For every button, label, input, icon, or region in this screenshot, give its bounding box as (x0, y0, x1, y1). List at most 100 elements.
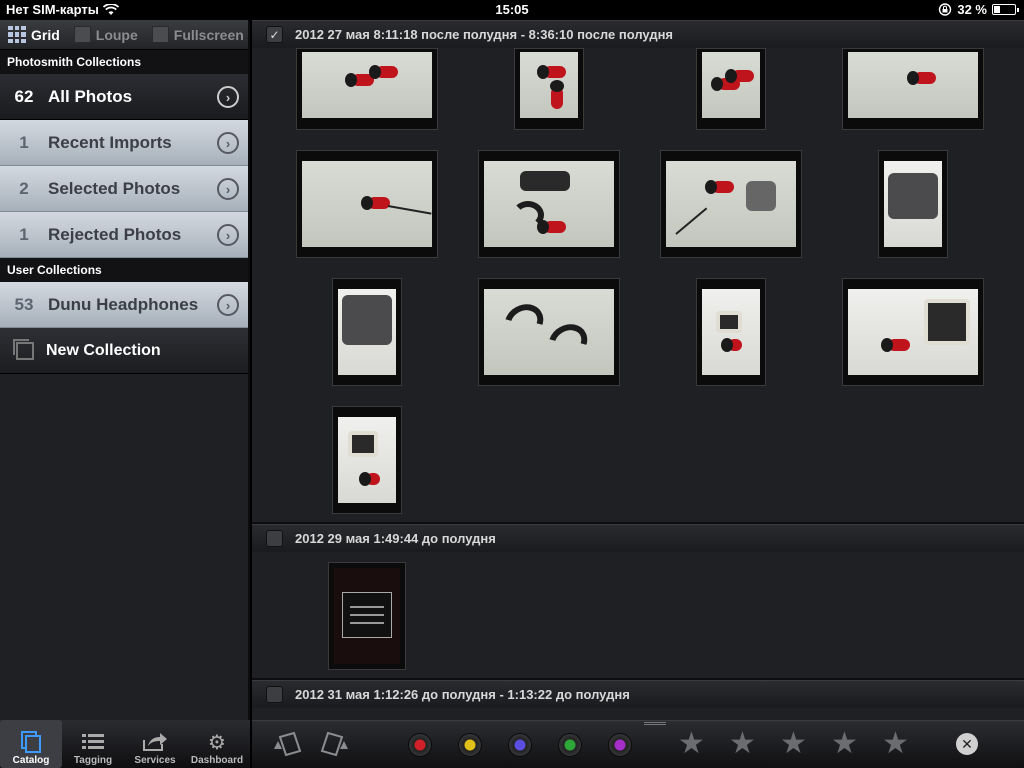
color-label-red[interactable] (408, 733, 432, 757)
photo-thumbnail[interactable] (696, 278, 766, 386)
collection-dunu-headphones[interactable]: 53 Dunu Headphones › (0, 282, 248, 328)
tab-label: Tagging (73, 755, 113, 766)
fullscreen-icon (151, 26, 169, 43)
photo-thumbnail[interactable] (332, 406, 402, 514)
photo-image (884, 161, 942, 247)
tab-dashboard[interactable]: ⚙ Dashboard (186, 720, 248, 768)
clear-rating-icon[interactable]: ✕ (956, 733, 978, 755)
loupe-icon (73, 26, 91, 43)
color-label-purple[interactable] (608, 733, 632, 757)
rotate-right-icon[interactable] (318, 729, 352, 761)
photo-image (666, 161, 796, 247)
tab-bar: Catalog Tagging Services ⚙ Dashboard (0, 720, 250, 768)
photo-thumbnail[interactable] (514, 48, 584, 130)
tab-tagging[interactable]: Tagging (62, 720, 124, 768)
photosmith-collections-header: Photosmith Collections (0, 50, 248, 74)
share-icon (142, 729, 168, 755)
collection-count: 53 (14, 294, 34, 314)
date-group-header[interactable]: 2012 29 мая 1:49:44 до полудня (252, 524, 1024, 552)
date-group-header[interactable]: ✓ 2012 27 мая 8:11:18 после полудня - 8:… (252, 20, 1024, 48)
color-label-yellow[interactable] (458, 733, 482, 757)
photo-thumbnail[interactable] (296, 48, 438, 130)
user-collections-header: User Collections (0, 258, 248, 282)
collection-rejected-photos[interactable]: 1 Rejected Photos › (0, 212, 248, 258)
gear-icon: ⚙ (208, 731, 226, 754)
grid-icon (8, 26, 26, 43)
tab-services[interactable]: Services (124, 720, 186, 768)
tab-label: Dashboard (190, 755, 244, 766)
photo-grid: ✓ 2012 27 мая 8:11:18 после полудня - 8:… (252, 20, 1024, 720)
photo-thumbnail[interactable] (696, 48, 766, 130)
tab-catalog[interactable]: Catalog (0, 720, 62, 768)
photo-image (338, 417, 396, 503)
collection-count: 1 (19, 132, 29, 152)
collection-label: Recent Imports (48, 132, 172, 152)
battery-level (994, 6, 1000, 13)
color-label-green[interactable] (558, 733, 582, 757)
date-group-title: 2012 31 мая 1:12:26 до полудня - 1:13:22… (295, 687, 630, 702)
chevron-right-icon[interactable]: › (217, 178, 239, 200)
star-1-icon[interactable]: ★ (678, 729, 705, 759)
drawer-grip[interactable] (644, 722, 666, 725)
battery-icon (992, 4, 1019, 15)
collection-label: Rejected Photos (48, 224, 182, 244)
view-mode-fullscreen[interactable]: Fullscreen (151, 26, 244, 43)
date-group-header[interactable]: 2012 31 мая 1:12:26 до полудня - 1:13:22… (252, 680, 1024, 708)
star-2-icon[interactable]: ★ (729, 729, 756, 759)
new-collection-label: New Collection (46, 341, 161, 359)
group-checkbox[interactable] (266, 530, 283, 547)
catalog-icon (21, 729, 41, 755)
photo-image (702, 289, 760, 375)
photo-image (848, 52, 978, 118)
photo-image (484, 161, 614, 247)
photo-thumbnail[interactable] (842, 48, 984, 130)
photo-image (484, 289, 614, 375)
tab-label: Catalog (12, 755, 50, 766)
collection-recent-imports[interactable]: 1 Recent Imports › (0, 120, 248, 166)
new-collection-icon (13, 338, 34, 360)
group-checkbox[interactable] (266, 686, 283, 703)
star-5-icon[interactable]: ★ (882, 729, 909, 759)
collection-all-photos[interactable]: 62 All Photos › (0, 74, 248, 120)
collection-label: All Photos (48, 86, 133, 106)
collection-count: 2 (19, 178, 29, 198)
photo-thumbnail[interactable] (842, 278, 984, 386)
photo-image (302, 52, 432, 118)
view-mode-label: Loupe (95, 26, 138, 43)
star-4-icon[interactable]: ★ (831, 729, 858, 759)
battery-percent: 32 % (957, 2, 987, 17)
photo-image (338, 289, 396, 375)
photo-thumbnail[interactable] (296, 150, 438, 258)
view-mode-label: Fullscreen (173, 26, 244, 43)
view-mode-grid[interactable]: Grid (8, 26, 60, 43)
star-3-icon[interactable]: ★ (780, 729, 807, 759)
photo-thumbnail[interactable] (328, 562, 406, 670)
rotate-left-icon[interactable] (270, 729, 304, 761)
view-mode-loupe[interactable]: Loupe (73, 26, 138, 43)
list-icon (82, 729, 104, 755)
chevron-right-icon[interactable]: › (217, 132, 239, 154)
clock: 15:05 (495, 2, 529, 17)
chevron-right-icon[interactable]: › (217, 294, 239, 316)
collection-count: 62 (14, 86, 34, 106)
photo-thumbnail[interactable] (478, 150, 620, 258)
group-checkbox[interactable]: ✓ (266, 26, 283, 43)
status-bar: Нет SIM-карты 15:05 32 % (0, 0, 1024, 20)
photo-image (702, 52, 760, 118)
photo-image (302, 161, 432, 247)
chevron-right-icon[interactable]: › (217, 224, 239, 246)
collection-selected-photos[interactable]: 2 Selected Photos › (0, 166, 248, 212)
rotation-lock-icon (939, 3, 952, 16)
photo-thumbnail[interactable] (332, 278, 402, 386)
date-group-title: 2012 29 мая 1:49:44 до полудня (295, 531, 496, 546)
photo-image (334, 568, 400, 664)
photo-thumbnail[interactable] (478, 278, 620, 386)
new-collection-button[interactable]: New Collection (0, 328, 248, 374)
collection-count: 1 (19, 224, 29, 244)
color-label-blue[interactable] (508, 733, 532, 757)
photo-thumbnail[interactable] (878, 150, 948, 258)
view-mode-bar: Grid Loupe Fullscreen (0, 20, 248, 50)
date-group-title: 2012 27 мая 8:11:18 после полудня - 8:36… (295, 27, 674, 42)
photo-thumbnail[interactable] (660, 150, 802, 258)
chevron-right-icon[interactable]: › (217, 86, 239, 108)
